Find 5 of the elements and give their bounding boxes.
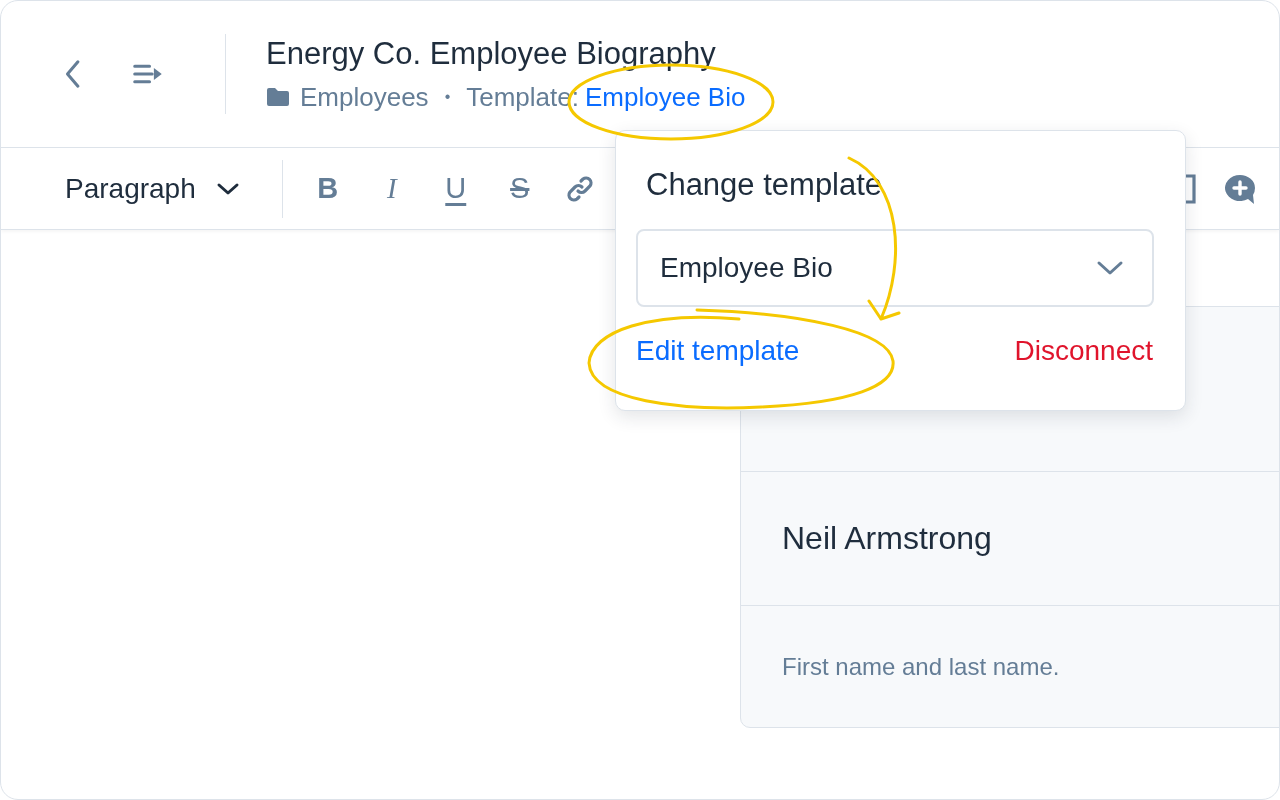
- field-value: Neil Armstrong: [782, 520, 992, 557]
- popover-title: Change template: [646, 167, 884, 203]
- separator-dot: •: [444, 88, 451, 106]
- document-title: Energy Co. Employee Biography: [266, 35, 717, 72]
- field-hint: First name and last name.: [782, 652, 1060, 681]
